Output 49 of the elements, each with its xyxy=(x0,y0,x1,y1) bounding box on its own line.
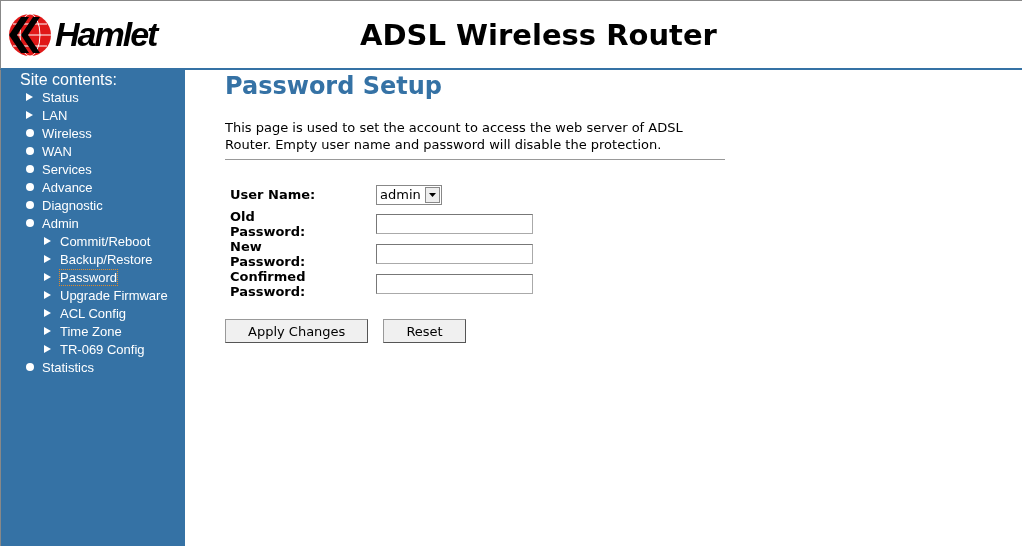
bullet-icon xyxy=(25,363,34,371)
triangle-icon xyxy=(44,309,51,317)
triangle-icon xyxy=(44,273,51,281)
sidebar-link[interactable]: TR-069 Config xyxy=(60,341,145,357)
bullet-icon xyxy=(25,183,34,191)
caret-icon xyxy=(428,192,436,197)
sidebar-link[interactable]: Upgrade Firmware xyxy=(60,287,168,303)
page-banner-title: ADSL Wireless Router xyxy=(359,17,718,52)
field-label: New Password: xyxy=(230,239,307,269)
bullet-icon xyxy=(25,129,34,137)
sidebar-heading: Site contents: xyxy=(20,71,117,88)
password-field[interactable] xyxy=(376,214,533,234)
sidebar-link[interactable]: WAN xyxy=(42,143,72,159)
field-label: User Name: xyxy=(230,186,317,204)
bullet-icon xyxy=(25,165,34,173)
form-button[interactable]: Reset xyxy=(383,319,466,343)
sidebar-link[interactable]: Advance xyxy=(42,179,93,195)
sidebar-link[interactable]: LAN xyxy=(42,107,68,123)
page-title: Password Setup xyxy=(225,72,443,100)
password-field[interactable] xyxy=(376,274,533,294)
sidebar-link[interactable]: Diagnostic xyxy=(42,197,103,213)
field-label: Old Password: xyxy=(230,209,307,239)
bullet-icon xyxy=(25,147,34,155)
triangle-icon xyxy=(44,345,51,353)
triangle-icon xyxy=(44,237,51,245)
sidebar-link[interactable]: Commit/Reboot xyxy=(60,233,151,249)
field-label: Confirmed Password: xyxy=(230,269,307,299)
sidebar-link[interactable]: Backup/Restore xyxy=(60,251,153,267)
sidebar-link[interactable]: Statistics xyxy=(42,359,94,375)
password-field[interactable] xyxy=(376,244,533,264)
bullet-icon xyxy=(25,219,34,227)
triangle-icon xyxy=(44,291,51,299)
bullet-icon xyxy=(25,201,34,209)
brand-logo: Hamlet xyxy=(55,15,157,54)
sidebar-link[interactable]: Admin xyxy=(42,215,79,231)
sidebar-link[interactable]: Services xyxy=(42,161,92,177)
sidebar-link[interactable]: Password xyxy=(60,269,118,285)
sidebar-link[interactable]: Time Zone xyxy=(60,323,122,339)
page-description: This page is used to set the account to access the web server of ADSL Router. Empty user name and password will disable the protection. xyxy=(225,119,725,160)
globe-logo-icon xyxy=(7,12,53,57)
sidebar-link[interactable]: Status xyxy=(42,89,79,105)
form-button[interactable]: Apply Changes xyxy=(225,319,369,343)
triangle-icon xyxy=(44,255,51,263)
sidebar-link[interactable]: ACL Config xyxy=(60,305,126,321)
triangle-icon xyxy=(26,111,33,119)
triangle-icon xyxy=(44,327,51,335)
triangle-icon xyxy=(26,93,33,101)
sidebar-link[interactable]: Wireless xyxy=(42,125,92,141)
user-name-dropdown[interactable]: admin xyxy=(376,184,442,205)
